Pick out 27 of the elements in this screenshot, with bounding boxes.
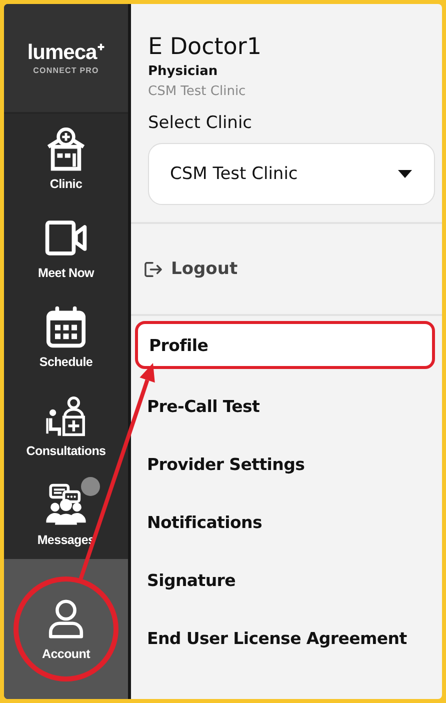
nav-item[interactable]: Meet Now — [4, 203, 128, 292]
logo-tagline: CONNECT PRO — [33, 66, 99, 75]
logout-icon — [144, 260, 163, 278]
logout-button[interactable]: Logout — [144, 224, 238, 314]
nav-item[interactable]: Consultations — [4, 381, 128, 470]
desk-consultation-icon — [44, 394, 88, 438]
logo-text: lumeca — [27, 41, 97, 65]
badge-dot — [81, 476, 100, 496]
select-clinic-label: Select Clinic — [148, 113, 254, 133]
menu-item[interactable]: Provider Settings — [131, 435, 442, 493]
calendar-icon — [44, 304, 88, 348]
menu-item[interactable]: Notifications — [131, 493, 442, 551]
nav-item[interactable]: Account — [4, 559, 128, 699]
clinic-dropdown[interactable]: CSM Test Clinic — [148, 143, 435, 205]
nav-item[interactable]: Clinic — [4, 114, 128, 203]
user-clinic: CSM Test Clinic — [148, 84, 247, 99]
user-name: E Doctor1 — [148, 34, 262, 60]
plus-icon — [96, 43, 105, 51]
group-chat-icon — [44, 482, 88, 526]
nav-item[interactable]: Schedule — [4, 292, 128, 381]
menu-item[interactable]: End User License Agreement — [131, 609, 442, 667]
menu-item[interactable]: Signature — [131, 551, 442, 609]
nav-item[interactable]: Messages — [4, 470, 128, 559]
menu-item[interactable]: Profile — [135, 321, 435, 369]
menu-item[interactable]: Pre-Call Test — [131, 377, 442, 435]
caret-icon — [398, 170, 412, 178]
user-role: Physician — [148, 64, 219, 79]
